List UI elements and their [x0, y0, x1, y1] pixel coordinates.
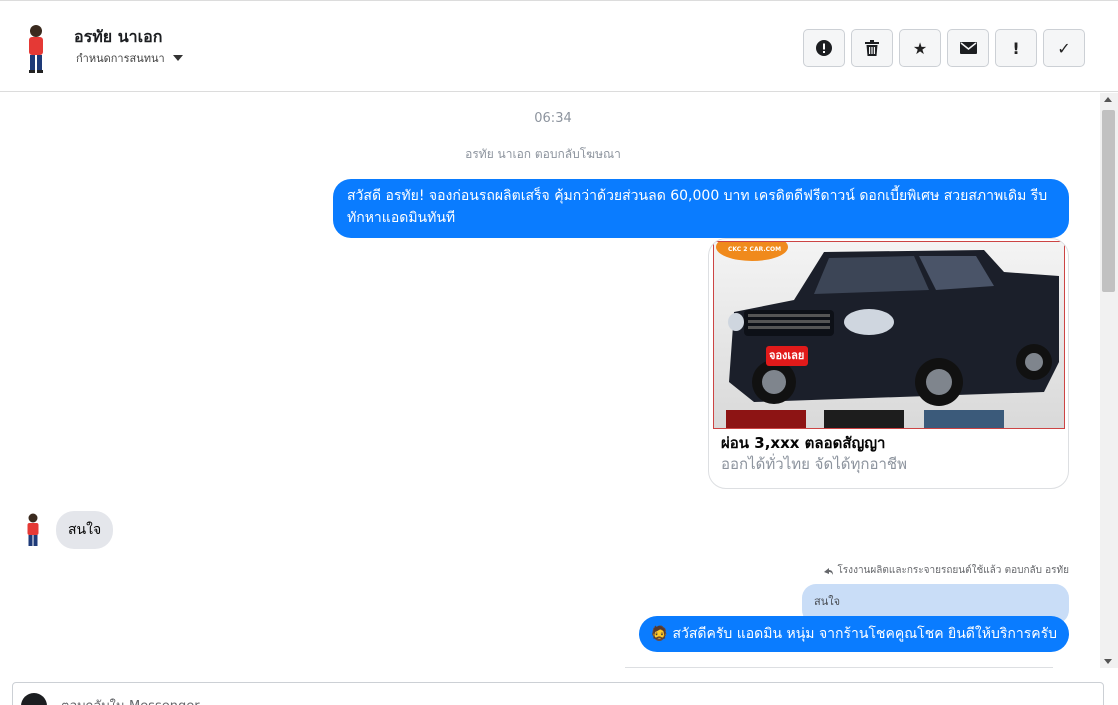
ad-card-description: ออกได้ทั่วไทย จัดได้ทุกอาชีพ	[721, 455, 907, 473]
ad-image-badge: จองเลย	[769, 349, 805, 362]
delete-button[interactable]	[851, 29, 893, 67]
ad-image[interactable]: CKC 2 CAR.COM จองเลย	[713, 239, 1065, 429]
reply-arrow-icon	[824, 567, 834, 575]
caret-down-icon	[172, 55, 183, 61]
conversation-header: อรทัย นาเอก กำหนดการสนทนา ★ ! ✓	[0, 0, 1118, 92]
thread-scrollbar[interactable]	[1100, 93, 1118, 668]
message-timestamp: 06:34	[534, 111, 572, 126]
message-composer[interactable]: ตอบกลับใน Messenger	[12, 682, 1104, 705]
ad-image-logo: CKC 2 CAR.COM	[728, 246, 782, 253]
scroll-down-arrow-icon[interactable]	[1104, 659, 1112, 664]
conversation-settings-label: กำหนดการสนทนา	[76, 52, 165, 65]
header-actions: ★ ! ✓	[803, 29, 1085, 67]
mark-spam-button[interactable]	[803, 29, 845, 67]
composer-placeholder: ตอบกลับใน Messenger	[61, 695, 200, 705]
exclamation-circle-icon	[816, 40, 832, 56]
scroll-up-arrow-icon[interactable]	[1104, 97, 1112, 102]
mark-unread-button[interactable]	[947, 29, 989, 67]
outgoing-reply-text: สวัสดีครับ แอดมิน หนุ่ม จากร้านโชคคูณโชค…	[672, 626, 1057, 642]
follow-up-button[interactable]: !	[995, 29, 1037, 67]
contact-avatar[interactable]	[20, 23, 52, 75]
conversation-settings-dropdown[interactable]: กำหนดการสนทนา	[76, 49, 183, 67]
message-thread[interactable]: 06:34 อรทัย นาเอก ตอบกลับโฆษณา สวัสดี อร…	[0, 93, 1100, 668]
page-avatar	[21, 693, 47, 705]
star-button[interactable]: ★	[899, 29, 941, 67]
incoming-message-row: สนใจ	[20, 511, 114, 549]
car-photo	[714, 239, 1064, 428]
ad-reply-note: อรทัย นาเอก ตอบกลับโฆษณา	[465, 147, 621, 161]
outgoing-message[interactable]: สวัสดี อรทัย! จองก่อนรถผลิตเสร็จ คุ้มกว่…	[333, 179, 1069, 238]
outgoing-reply-message[interactable]: 🧔 สวัสดีครับ แอดมิน หนุ่ม จากร้านโชคคูณโ…	[638, 616, 1069, 652]
sender-avatar[interactable]	[20, 512, 46, 548]
envelope-icon	[959, 42, 977, 54]
trash-icon	[865, 40, 879, 56]
ad-card[interactable]: CKC 2 CAR.COM จองเลย ผ่อน 3,xxx ตลอดสัญญ…	[708, 238, 1069, 489]
mark-done-button[interactable]: ✓	[1043, 29, 1085, 67]
page-reply-note-text: โรงงานผลิตและกระจายรถยนต์ใช้แล้ว ตอบกลับ…	[837, 565, 1069, 576]
check-icon: ✓	[1057, 38, 1071, 58]
contact-name: อรทัย นาเอก	[74, 27, 163, 46]
scrollbar-thumb[interactable]	[1102, 110, 1115, 292]
star-icon: ★	[912, 38, 928, 58]
man-emoji-icon: 🧔	[650, 626, 668, 642]
page-reply-note: โรงงานผลิตและกระจายรถยนต์ใช้แล้ว ตอบกลับ…	[824, 563, 1069, 578]
exclamation-icon: !	[1012, 38, 1020, 58]
incoming-message[interactable]: สนใจ	[56, 511, 114, 549]
divider	[625, 667, 1053, 668]
